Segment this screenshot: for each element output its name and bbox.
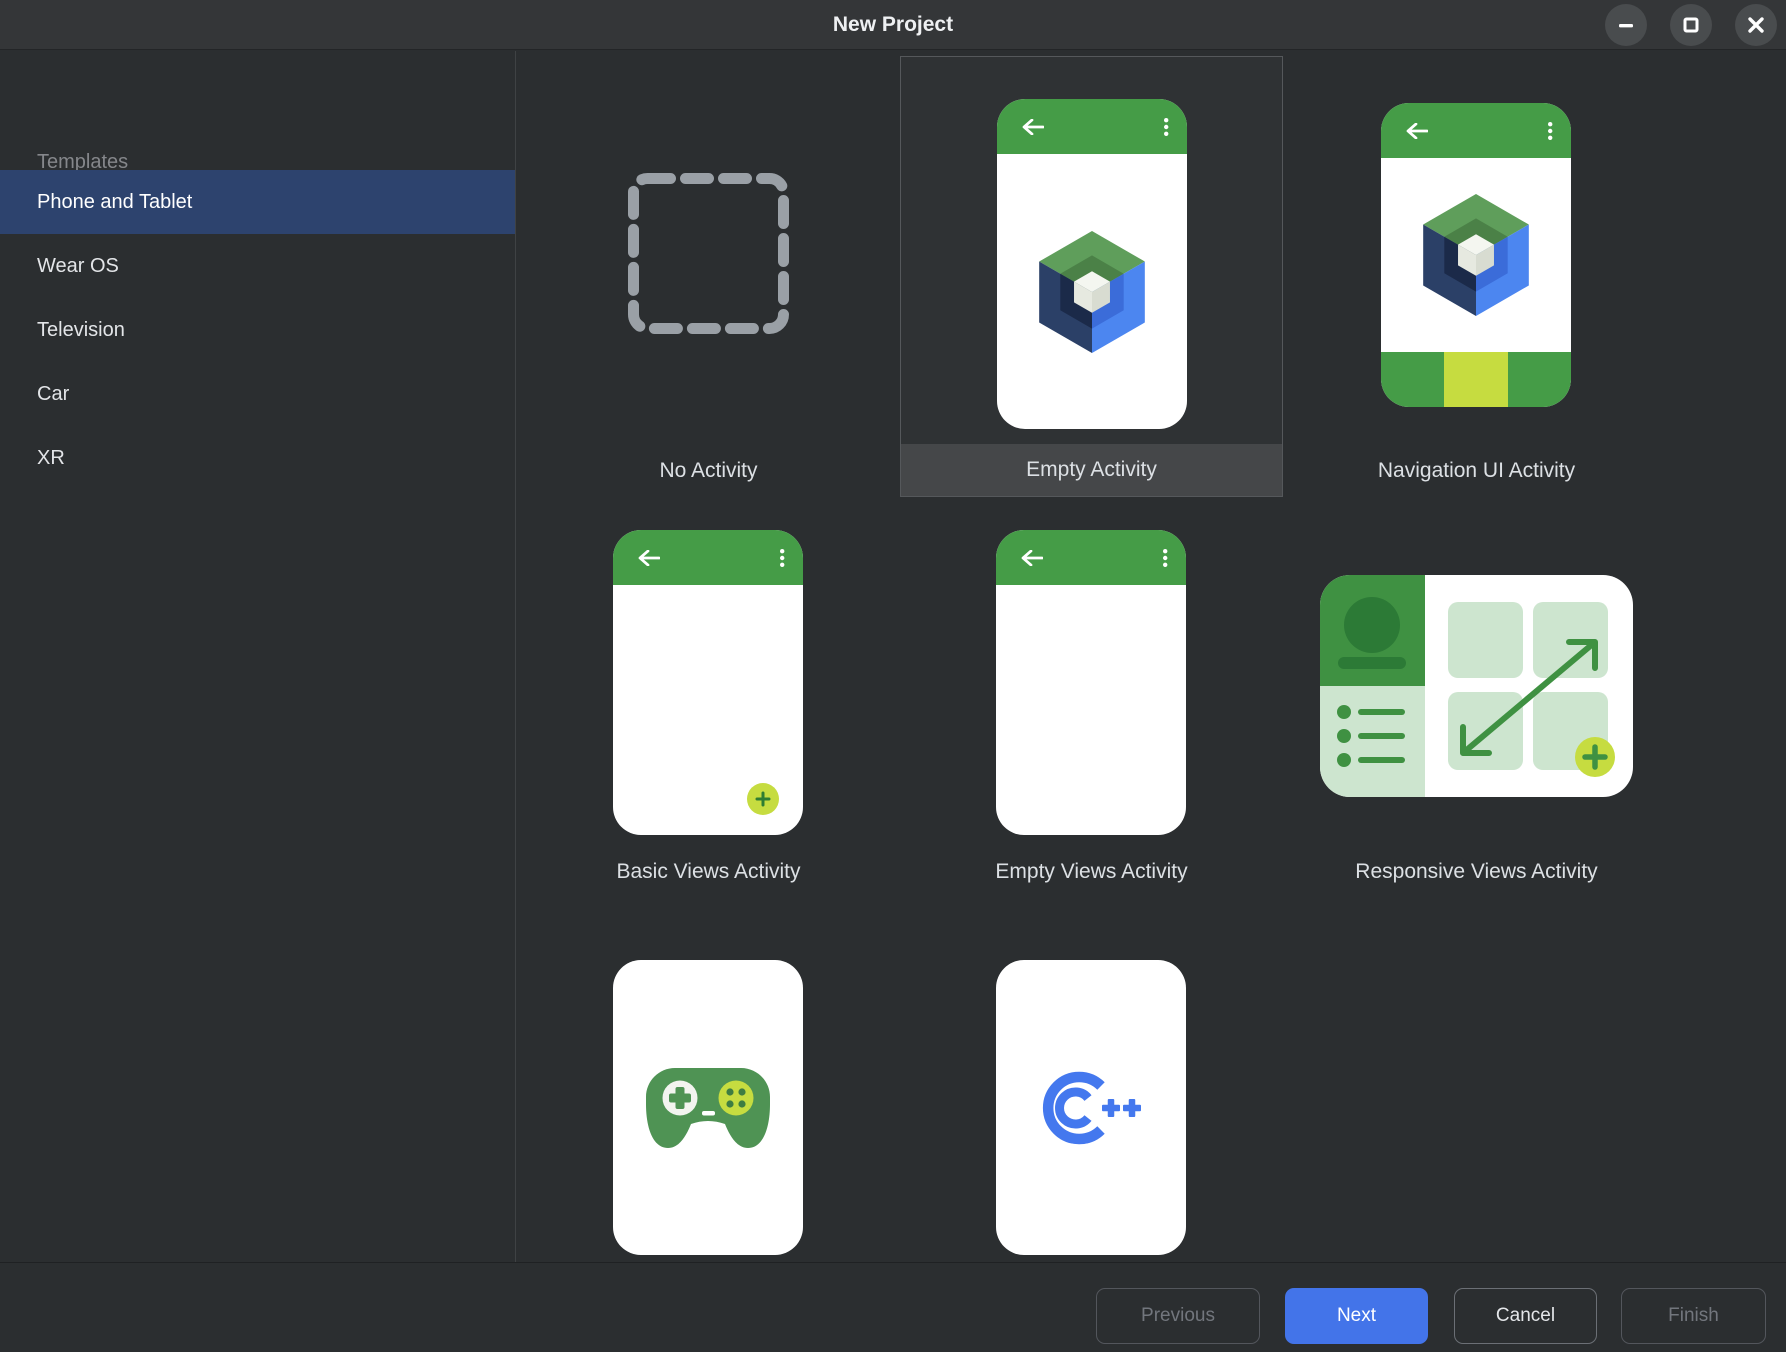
- template-card-navigation-ui-activity[interactable]: Navigation UI Activity: [1285, 56, 1668, 497]
- sidebar-item-television[interactable]: Television: [0, 298, 515, 362]
- kebab-menu-icon: [780, 549, 785, 567]
- template-card-empty-activity[interactable]: Empty Activity: [900, 56, 1283, 497]
- phone-mockup: [613, 960, 803, 1255]
- cpp-icon: [1035, 1060, 1147, 1156]
- back-arrow-icon: [633, 550, 660, 566]
- phone-mockup: [613, 530, 803, 835]
- mock-body: [1381, 158, 1571, 352]
- minimize-icon: [1617, 16, 1635, 34]
- mock-toolbar: [996, 530, 1186, 585]
- template-card-empty-views-activity[interactable]: Empty Views Activity: [900, 508, 1283, 938]
- footer-divider: [0, 1262, 1786, 1263]
- templates-sidebar: Templates Phone and Tablet Wear OS Telev…: [0, 51, 516, 1262]
- cancel-button[interactable]: Cancel: [1454, 1288, 1597, 1344]
- back-arrow-icon: [1017, 119, 1044, 135]
- mock-body: [613, 585, 803, 835]
- template-card-native-cpp[interactable]: [900, 940, 1283, 1262]
- template-label: No Activity: [517, 445, 900, 497]
- new-project-dialog: New Project Templates Phone and Tablet W…: [0, 0, 1786, 1352]
- game-controller-icon: [642, 1062, 774, 1154]
- template-label: Navigation UI Activity: [1285, 445, 1668, 497]
- back-arrow-icon: [1401, 123, 1428, 139]
- finish-button[interactable]: Finish: [1621, 1288, 1766, 1344]
- mock-body: [996, 960, 1186, 1255]
- compose-cube-icon: [1031, 228, 1153, 356]
- fab-plus-icon: [747, 783, 779, 815]
- sidebar-item-phone-and-tablet[interactable]: Phone and Tablet: [0, 170, 515, 234]
- titlebar: New Project: [0, 0, 1786, 50]
- phone-mockup: [997, 99, 1187, 429]
- mock-body: [613, 960, 803, 1255]
- phone-mockup: [1381, 103, 1571, 407]
- template-card-game-activity[interactable]: [517, 940, 900, 1262]
- phone-mockup: [996, 530, 1186, 835]
- template-card-basic-views-activity[interactable]: Basic Views Activity: [517, 508, 900, 938]
- mock-body: [997, 154, 1187, 429]
- template-label: Basic Views Activity: [517, 846, 900, 898]
- kebab-menu-icon: [1164, 118, 1169, 136]
- minimize-button[interactable]: [1605, 4, 1647, 46]
- back-arrow-icon: [1016, 550, 1043, 566]
- close-icon: [1747, 16, 1765, 34]
- phone-mockup: [996, 960, 1186, 1255]
- mock-toolbar: [997, 99, 1187, 154]
- template-label: Responsive Views Activity: [1285, 846, 1668, 898]
- sidebar-item-car[interactable]: Car: [0, 362, 515, 426]
- dialog-title: New Project: [0, 0, 1786, 50]
- template-card-no-activity[interactable]: No Activity: [517, 56, 900, 497]
- template-label: Empty Activity: [901, 444, 1282, 496]
- kebab-menu-icon: [1163, 549, 1168, 567]
- compose-cube-icon: [1415, 191, 1537, 319]
- next-button[interactable]: Next: [1285, 1288, 1428, 1344]
- sidebar-item-wear-os[interactable]: Wear OS: [0, 234, 515, 298]
- mock-toolbar: [1381, 103, 1571, 158]
- close-button[interactable]: [1735, 4, 1777, 46]
- mock-bottom-nav: [1381, 352, 1571, 407]
- maximize-button[interactable]: [1670, 4, 1712, 46]
- dashed-placeholder-icon: [627, 172, 790, 340]
- mock-toolbar: [613, 530, 803, 585]
- kebab-menu-icon: [1548, 122, 1553, 140]
- mock-body: [996, 585, 1186, 835]
- responsive-layout-icon: [1320, 575, 1633, 802]
- sidebar-item-xr[interactable]: XR: [0, 426, 515, 490]
- template-label: Empty Views Activity: [900, 846, 1283, 898]
- template-card-responsive-views-activity[interactable]: Responsive Views Activity: [1285, 508, 1668, 938]
- maximize-icon: [1682, 16, 1700, 34]
- previous-button[interactable]: Previous: [1096, 1288, 1260, 1344]
